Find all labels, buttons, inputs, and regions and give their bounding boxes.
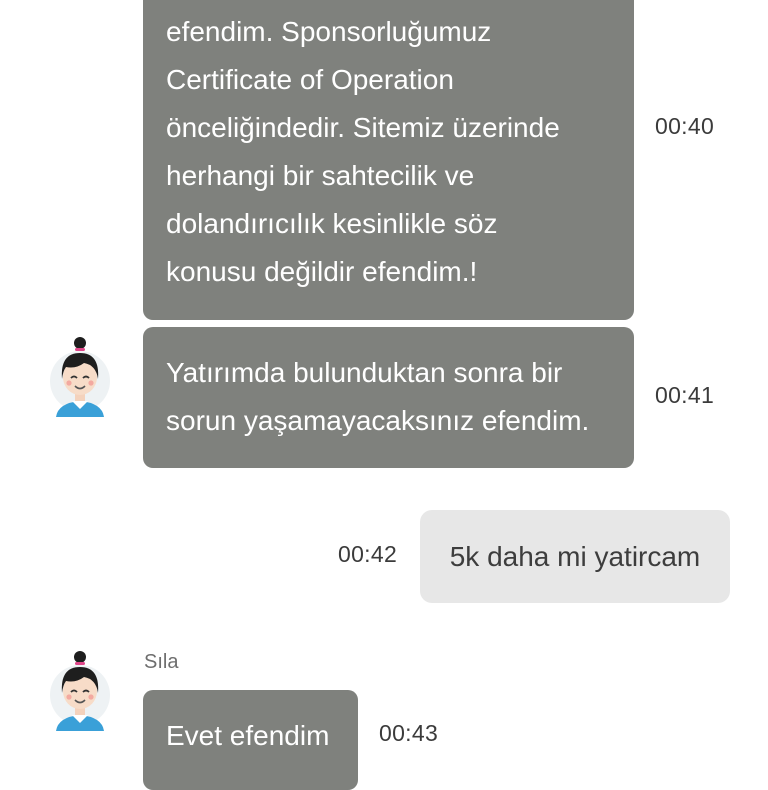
message-bubble-agent: efendim. Sponsorluğumuz Certificate of O… <box>143 0 634 320</box>
message-bubble-agent: Yatırımda bulunduktan sonra bir sorun ya… <box>143 327 634 468</box>
message-line: dolandırıcılık kesinlikle söz <box>166 208 498 239</box>
message-line: herhangi bir sahtecilik ve <box>166 160 475 191</box>
message-timestamp: 00:43 <box>379 720 439 746</box>
message-line: Evet efendim <box>166 720 330 751</box>
message-timestamp: 00:41 <box>655 382 715 408</box>
message-line: önceliğindedir. Sitemiz üzerinde <box>166 112 560 143</box>
message-timestamp: 00:42 <box>338 541 398 567</box>
message-line: Yatırımda bulunduktan sonra bir <box>166 357 563 388</box>
message-timestamp: 00:40 <box>655 113 715 139</box>
support-agent-avatar-icon <box>50 651 110 731</box>
message-bubble-agent: Evet efendim <box>143 690 358 790</box>
support-agent-avatar-icon <box>50 337 110 417</box>
sender-name: Sıla <box>144 651 179 673</box>
message-line: Certificate of Operation <box>166 64 454 95</box>
message-text: 5k daha mi yatircam <box>449 540 701 572</box>
message-line: efendim. Sponsorluğumuz <box>166 16 492 47</box>
message-line: konusu değildir efendim.! <box>166 256 478 287</box>
message-bubble-user: 5k daha mi yatircam <box>420 510 730 603</box>
message-line: sorun yaşamayacaksınız efendim. <box>166 405 590 436</box>
